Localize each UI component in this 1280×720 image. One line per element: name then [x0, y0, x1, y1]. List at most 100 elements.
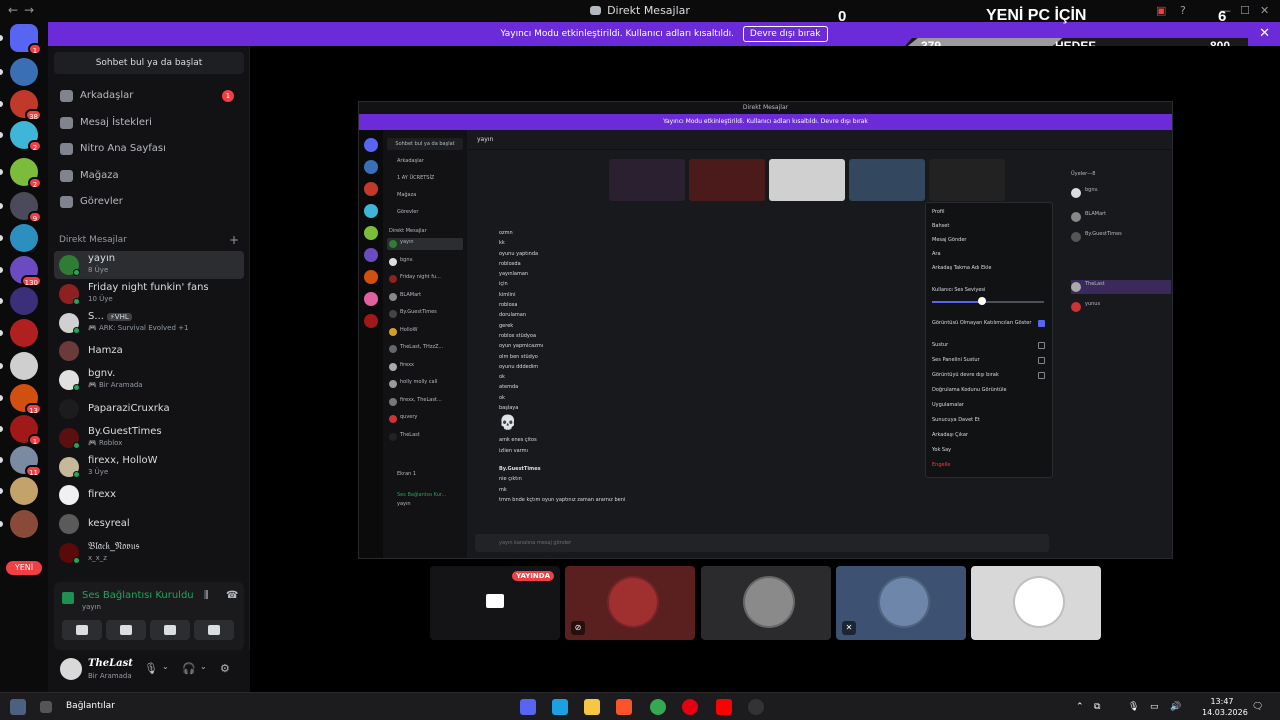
participant-tile[interactable]: YAYINDA — [430, 566, 560, 640]
taskbar-label[interactable]: Bağlantılar — [66, 701, 115, 711]
server-icon[interactable] — [10, 352, 38, 380]
participant-tile[interactable] — [701, 566, 831, 640]
screen-menu-item: Bahset — [932, 223, 950, 229]
microphone-icon[interactable]: 🎙 — [144, 662, 158, 675]
taskbar-clock[interactable]: 13:47 14.03.2026 — [1202, 696, 1248, 718]
dm-conversation[interactable]: PaparaziCruxrka — [54, 395, 244, 423]
server-icon[interactable] — [10, 58, 38, 86]
screen-dm-avatar — [389, 292, 397, 301]
inbox-icon[interactable]: ▣ — [1156, 4, 1166, 17]
participant-tile[interactable] — [971, 566, 1101, 640]
dm-conversation[interactable]: By.GuestTimes 🎮 Roblox — [54, 424, 244, 452]
soundboard-icon[interactable]: ⫼ — [204, 590, 218, 602]
server-icon[interactable] — [10, 477, 38, 505]
nav-shop[interactable]: Mağaza — [54, 164, 244, 188]
avatar — [743, 576, 795, 628]
nav-nitro[interactable]: Nitro Ana Sayfası — [54, 137, 244, 161]
tray-chevron-icon[interactable]: ⌃ — [1076, 702, 1084, 712]
server-icon[interactable] — [10, 224, 38, 252]
youtube-taskbar-icon[interactable] — [716, 699, 732, 715]
nav-mail[interactable]: Mesaj İstekleri — [54, 111, 244, 135]
maximize-icon[interactable]: ☐ — [1240, 4, 1250, 17]
participant-tile[interactable]: ⊘ — [565, 566, 695, 640]
unread-badge: 1 — [28, 43, 42, 55]
nav-friends[interactable]: Arkadaşlar 1 — [54, 84, 244, 108]
add-dm-icon[interactable]: + — [229, 233, 239, 247]
chrome-taskbar-icon[interactable] — [650, 699, 666, 715]
tray-app-icon[interactable]: ⧉ — [1094, 702, 1100, 712]
screen-checkbox — [1038, 320, 1045, 327]
dm-conversation[interactable]: S... ⚡VHL 🎮 ARK: Survival Evolved +1 — [54, 309, 244, 337]
screen-menu-item: Arkadaşı Çıkar — [932, 432, 968, 438]
dm-conversation[interactable]: yayın 8 Üye — [54, 251, 244, 279]
server-icon[interactable]: 2 — [10, 158, 42, 189]
shared-screen[interactable]: Direkt Mesajlar Yayıncı Modu etkinleştir… — [358, 101, 1173, 559]
discord-taskbar-icon[interactable] — [520, 699, 536, 715]
help-icon[interactable]: ? — [1180, 4, 1186, 17]
screen-menu-item: Kullanıcı Ses Seviyesi — [932, 287, 986, 293]
voice-status[interactable]: Ses Bağlantısı Kuruldu — [82, 590, 194, 601]
dm-conversation[interactable]: bgnv. 🎮 Bir Aramada — [54, 366, 244, 394]
media-taskbar-icon[interactable] — [682, 699, 698, 715]
audio-options-icon[interactable]: ⌄ — [200, 662, 212, 674]
taskbar: Bağlantılar ⌃ ⧉ 🎙 ▭ 🔊 13:47 14.03.2026 🗨 — [0, 692, 1280, 720]
soundboard-button[interactable] — [194, 620, 234, 640]
server-icon[interactable]: 1 — [10, 24, 42, 55]
headphones-icon[interactable]: 🎧 — [182, 662, 196, 675]
server-icon[interactable]: 38 — [10, 90, 42, 121]
nav-quest[interactable]: Görevler — [54, 190, 244, 214]
server-icon[interactable] — [10, 319, 38, 347]
disable-streamer-mode-button[interactable]: Devre dışı bırak — [742, 26, 828, 42]
settings-gear-icon[interactable]: ⚙ — [220, 662, 232, 675]
activities-button[interactable] — [150, 620, 190, 640]
avatar[interactable] — [60, 658, 82, 680]
close-banner-icon[interactable]: ✕ — [1259, 22, 1270, 46]
tray-volume-icon[interactable]: 🔊 — [1170, 702, 1181, 712]
server-icon[interactable]: 13 — [10, 384, 42, 415]
voice-channel[interactable]: yayın — [82, 603, 101, 611]
dm-conversation[interactable]: kesyreal — [54, 510, 244, 538]
dm-conversation[interactable]: Hamza — [54, 337, 244, 365]
dm-conversation[interactable]: firexx, HolloW 3 Üye — [54, 453, 244, 481]
server-icon[interactable]: 11 — [10, 446, 42, 477]
dm-conversation[interactable]: Friday night funkin' fans 10 Üye — [54, 280, 244, 308]
screen-server-icon — [364, 138, 378, 152]
mic-options-icon[interactable]: ⌄ — [162, 662, 174, 674]
dm-name-text: firexx, HolloW — [88, 454, 158, 466]
edge-taskbar-icon[interactable] — [552, 699, 568, 715]
screen-menu-item: Sunucuya Davet Et — [932, 417, 980, 423]
camera-toggle-button[interactable] — [62, 620, 102, 640]
brave-taskbar-icon[interactable] — [616, 699, 632, 715]
window-title: Direkt Mesajlar — [0, 4, 1280, 17]
dm-name: Hamza — [88, 345, 123, 356]
dm-conversation[interactable]: firexx — [54, 481, 244, 509]
screen-share-button[interactable] — [106, 620, 146, 640]
server-icon[interactable] — [10, 287, 38, 315]
new-badge[interactable]: YENİ — [6, 561, 42, 575]
tray-network-icon[interactable]: ▭ — [1150, 702, 1159, 712]
screen-thumb-2 — [689, 159, 765, 201]
tray-mic-icon[interactable]: 🎙 — [1128, 702, 1139, 712]
server-icon[interactable]: 130 — [10, 256, 42, 287]
weather-icon[interactable] — [10, 699, 26, 715]
participant-tile[interactable]: ✕ — [836, 566, 966, 640]
server-icon[interactable] — [10, 510, 38, 538]
server-icon[interactable]: 9 — [10, 192, 42, 223]
screen-message: 💀 — [499, 415, 517, 432]
notifications-icon[interactable]: 🗨 — [1252, 702, 1263, 712]
friends-icon — [60, 90, 73, 102]
dm-conversation[interactable]: 𝔅𝔩𝔞𝔠𝔨_𝔑𝔬𝔳𝔲𝔰 x_x_z — [54, 539, 244, 567]
server-icon[interactable]: 2 — [10, 121, 42, 152]
dm-section-header: Direkt Mesajlar + — [59, 233, 239, 247]
close-window-icon[interactable]: ✕ — [1260, 4, 1269, 17]
server-icon[interactable]: 1 — [10, 415, 42, 446]
signal-icon[interactable] — [62, 592, 74, 604]
explorer-taskbar-icon[interactable] — [584, 699, 600, 715]
screen-server-rail — [359, 130, 383, 558]
obs-taskbar-icon[interactable] — [748, 699, 764, 715]
main-stage: Direkt Mesajlar Yayıncı Modu etkinleştir… — [250, 46, 1280, 692]
unread-badge: 38 — [25, 109, 42, 121]
task-view-icon[interactable] — [40, 701, 52, 713]
disconnect-icon[interactable]: ☎ — [226, 590, 240, 602]
search-input[interactable]: Sohbet bul ya da başlat — [54, 52, 244, 74]
